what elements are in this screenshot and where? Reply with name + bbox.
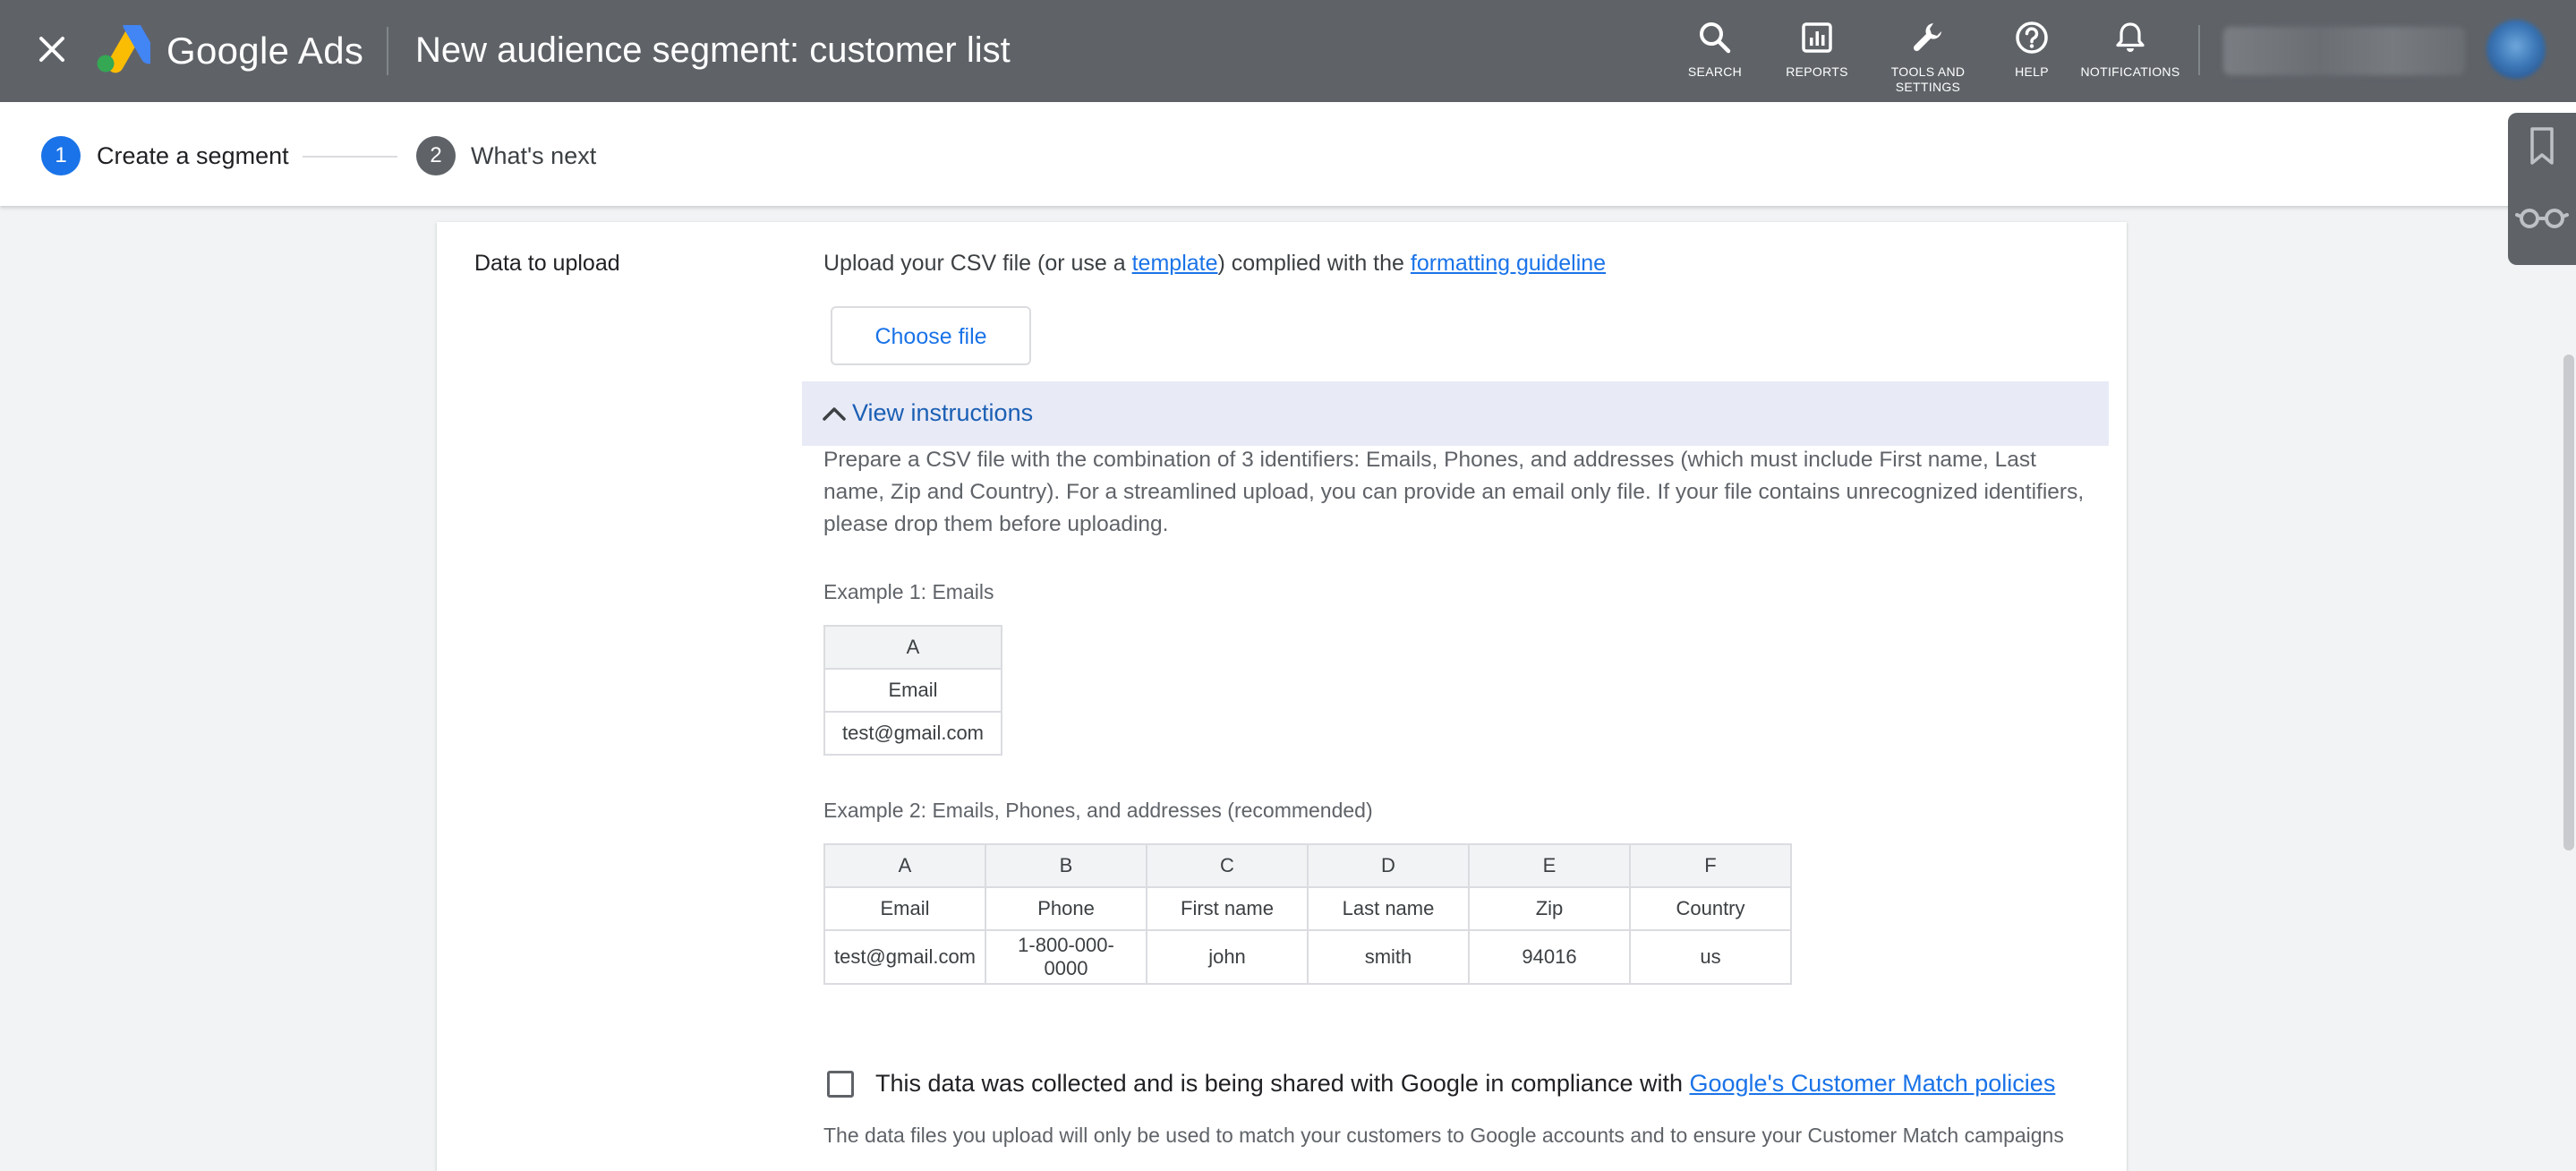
top-app-bar: Google Ads New audience segment: custome… bbox=[0, 0, 2576, 102]
notifications-label: NOTIFICATIONS bbox=[2080, 64, 2180, 79]
view-instructions-label: View instructions bbox=[852, 399, 1034, 426]
table-cell: john bbox=[1146, 929, 1309, 985]
tools-settings-button[interactable]: TOOLS AND SETTINGS bbox=[1883, 20, 1973, 100]
table-cell: us bbox=[1629, 929, 1792, 985]
brand-google: Google bbox=[166, 30, 290, 72]
table-cell: Email bbox=[823, 668, 1002, 713]
table-row: test@gmail.com 1-800-000-0000 john smith… bbox=[823, 929, 1792, 985]
table-cell: Country bbox=[1629, 886, 1792, 931]
column-header: A bbox=[823, 843, 986, 888]
table-cell: test@gmail.com bbox=[823, 929, 986, 985]
bell-icon bbox=[2116, 22, 2145, 52]
notifications-button[interactable]: NOTIFICATIONS bbox=[2075, 20, 2186, 100]
table-cell: 94016 bbox=[1468, 929, 1631, 985]
step-1-label[interactable]: Create a segment bbox=[97, 140, 289, 172]
tools-label-line1: TOOLS AND bbox=[1890, 64, 1966, 79]
reports-icon bbox=[1802, 22, 1832, 53]
column-header: E bbox=[1468, 843, 1631, 888]
avatar[interactable] bbox=[2486, 20, 2546, 79]
formatting-guideline-link[interactable]: formatting guideline bbox=[1411, 251, 1606, 276]
search-label: SEARCH bbox=[1687, 64, 1743, 79]
help-label: HELP bbox=[2015, 64, 2049, 79]
table-cell: 1-800-000-0000 bbox=[985, 929, 1147, 985]
page-title: New audience segment: customer list bbox=[415, 30, 1011, 70]
account-info[interactable] bbox=[2223, 27, 2465, 75]
table-cell: Email bbox=[823, 886, 986, 931]
google-ads-logo-icon bbox=[95, 16, 158, 73]
side-rail bbox=[2508, 113, 2576, 265]
example-2-title: Example 2: Emails, Phones, and addresses… bbox=[823, 799, 1373, 822]
table-cell: test@gmail.com bbox=[823, 711, 1002, 756]
example-2-table: A B C D E F Email Phone First name Last … bbox=[823, 843, 1792, 985]
bookmark-button[interactable] bbox=[2508, 120, 2576, 192]
search-icon bbox=[1700, 22, 1731, 54]
column-header: F bbox=[1629, 843, 1792, 888]
table-cell: Last name bbox=[1307, 886, 1470, 931]
step-1-number: 1 bbox=[41, 136, 81, 175]
step-connector bbox=[303, 156, 397, 158]
scrollbar[interactable] bbox=[2563, 355, 2574, 850]
template-link[interactable]: template bbox=[1132, 251, 1218, 276]
section-label: Data to upload bbox=[474, 251, 620, 276]
column-header: A bbox=[823, 625, 1002, 670]
close-icon[interactable] bbox=[32, 30, 72, 69]
step-2-label[interactable]: What's next bbox=[471, 140, 596, 172]
column-header: B bbox=[985, 843, 1147, 888]
consent-label: This data was collected and is being sha… bbox=[875, 1070, 1690, 1097]
step-2-number: 2 bbox=[416, 136, 456, 175]
help-icon bbox=[2016, 21, 2048, 54]
column-header: D bbox=[1307, 843, 1470, 888]
glasses-icon bbox=[2515, 209, 2569, 228]
product-name: Google Ads bbox=[166, 26, 363, 76]
upload-middle: ) complied with the bbox=[1217, 251, 1411, 276]
upload-prefix: Upload your CSV file (or use a bbox=[823, 251, 1132, 276]
help-button[interactable]: HELP bbox=[2005, 20, 2059, 100]
reports-button[interactable]: REPORTS bbox=[1781, 20, 1853, 100]
example-1-table: A Email test@gmail.com bbox=[823, 625, 1002, 756]
divider bbox=[2198, 25, 2200, 75]
view-instructions-toggle[interactable]: View instructions bbox=[802, 381, 2109, 446]
table-row: A B C D E F bbox=[823, 843, 1792, 888]
glasses-button[interactable] bbox=[2508, 192, 2576, 263]
table-cell: First name bbox=[1146, 886, 1309, 931]
table-cell: Phone bbox=[985, 886, 1147, 931]
data-use-footnote: The data files you upload will only be u… bbox=[823, 1124, 2064, 1147]
tools-label: TOOLS AND SETTINGS bbox=[1883, 64, 1973, 95]
tools-label-line2: SETTINGS bbox=[1895, 80, 1961, 94]
table-row: Email Phone First name Last name Zip Cou… bbox=[823, 886, 1792, 931]
upload-instructions: Upload your CSV file (or use a template)… bbox=[823, 249, 1606, 278]
example-1-title: Example 1: Emails bbox=[823, 580, 994, 603]
wrench-icon bbox=[1913, 23, 1941, 52]
consent-checkbox[interactable] bbox=[827, 1071, 854, 1098]
reports-label: REPORTS bbox=[1786, 64, 1848, 79]
consent-text: This data was collected and is being sha… bbox=[875, 1067, 2055, 1099]
choose-file-button[interactable]: Choose file bbox=[831, 306, 1031, 365]
divider bbox=[387, 27, 388, 75]
table-cell: smith bbox=[1307, 929, 1470, 985]
chevron-up-icon bbox=[823, 407, 846, 421]
bookmark-icon bbox=[2530, 127, 2554, 165]
table-cell: Zip bbox=[1468, 886, 1631, 931]
instructions-body: Prepare a CSV file with the combination … bbox=[823, 448, 2085, 536]
search-button[interactable]: SEARCH bbox=[1683, 20, 1747, 100]
stepper: 1 Create a segment 2 What's next bbox=[0, 102, 2576, 206]
data-upload-card: Data to upload Upload your CSV file (or … bbox=[437, 222, 2127, 1171]
column-header: C bbox=[1146, 843, 1309, 888]
brand-ads: Ads bbox=[297, 30, 364, 72]
customer-match-policies-link[interactable]: Google's Customer Match policies bbox=[1690, 1070, 2056, 1097]
